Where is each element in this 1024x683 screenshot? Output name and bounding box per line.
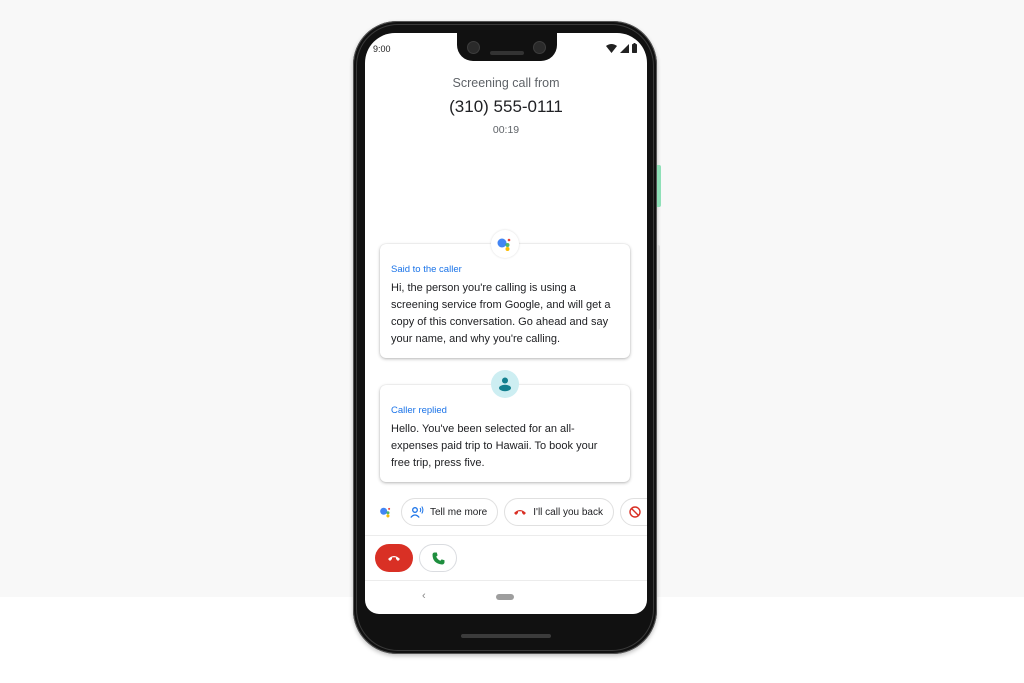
chip-label: I'll call you back: [533, 506, 603, 518]
status-icons: [606, 43, 637, 53]
quick-reply-tell-me-more[interactable]: Tell me more: [401, 498, 499, 526]
quick-replies: Tell me more I'll call you back R: [365, 497, 647, 527]
decline-call-button[interactable]: [375, 544, 413, 572]
nav-back-button[interactable]: ‹: [422, 590, 426, 602]
status-time: 9:00: [373, 44, 391, 54]
hang-up-icon: [514, 510, 527, 515]
camera-notch: [457, 33, 557, 61]
phone-icon: [432, 552, 444, 564]
message-card-assistant: Said to the caller Hi, the person you're…: [380, 244, 630, 358]
quick-reply-call-back[interactable]: I'll call you back: [504, 498, 614, 526]
call-actions: [375, 544, 457, 572]
message-text: Hello. You've been selected for an all-e…: [391, 423, 598, 469]
caller-number: (310) 555-0111: [449, 97, 563, 116]
google-assistant-icon: [380, 507, 391, 518]
front-camera-right: [533, 41, 546, 54]
quick-reply-report[interactable]: R: [619, 498, 647, 526]
call-duration: 00:19: [492, 124, 520, 136]
bottom-speaker: [461, 634, 551, 638]
battery-icon: [632, 43, 637, 53]
hang-up-icon: [388, 556, 400, 561]
screening-subtitle: Screening call from: [452, 76, 560, 90]
divider: [365, 580, 647, 581]
message-label: Said to the caller: [391, 264, 462, 275]
assistant-avatar: [491, 230, 519, 258]
person-icon: [499, 377, 511, 392]
block-icon: [629, 506, 641, 518]
voice-person-icon: [410, 506, 424, 518]
power-button: [657, 165, 661, 207]
message-label: Caller replied: [391, 405, 447, 416]
wifi-icon: [606, 43, 617, 53]
earpiece-speaker: [490, 51, 524, 55]
nav-home-button[interactable]: [496, 594, 514, 600]
phone-screen: 9:00 Screening call from (310) 555-0111 …: [365, 33, 647, 614]
google-assistant-icon: [497, 238, 511, 251]
chip-label: Tell me more: [430, 506, 488, 518]
answer-call-button[interactable]: [419, 544, 457, 572]
volume-button: [657, 245, 660, 330]
divider: [365, 535, 647, 536]
signal-icon: [620, 43, 629, 53]
front-camera-left: [467, 41, 480, 54]
caller-avatar: [491, 370, 519, 398]
message-text: Hi, the person you're calling is using a…: [391, 282, 611, 345]
message-card-caller: Caller replied Hello. You've been select…: [380, 385, 630, 482]
